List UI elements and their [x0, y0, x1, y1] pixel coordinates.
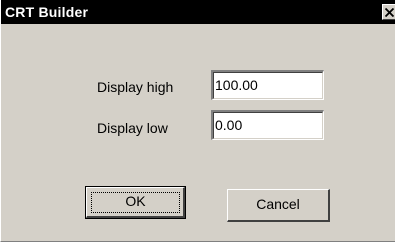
ok-focus-rect — [91, 192, 180, 213]
cancel-button-label: Cancel — [256, 196, 300, 212]
display-low-label: Display low — [97, 120, 168, 136]
close-button[interactable] — [382, 4, 395, 20]
cancel-button[interactable]: Cancel — [227, 189, 330, 222]
ok-button[interactable]: OK — [85, 186, 186, 219]
display-low-value: 0.00 — [215, 117, 243, 133]
crt-builder-dialog: CRT Builder Display high 100.00 Display … — [0, 0, 395, 242]
title-bar[interactable]: CRT Builder — [1, 0, 395, 24]
display-low-field[interactable]: 0.00 — [211, 110, 324, 140]
display-high-label: Display high — [97, 79, 174, 95]
display-high-value: 100.00 — [215, 77, 258, 93]
close-icon — [385, 8, 394, 17]
window-title: CRT Builder — [5, 4, 89, 20]
display-high-field[interactable]: 100.00 — [211, 70, 324, 100]
